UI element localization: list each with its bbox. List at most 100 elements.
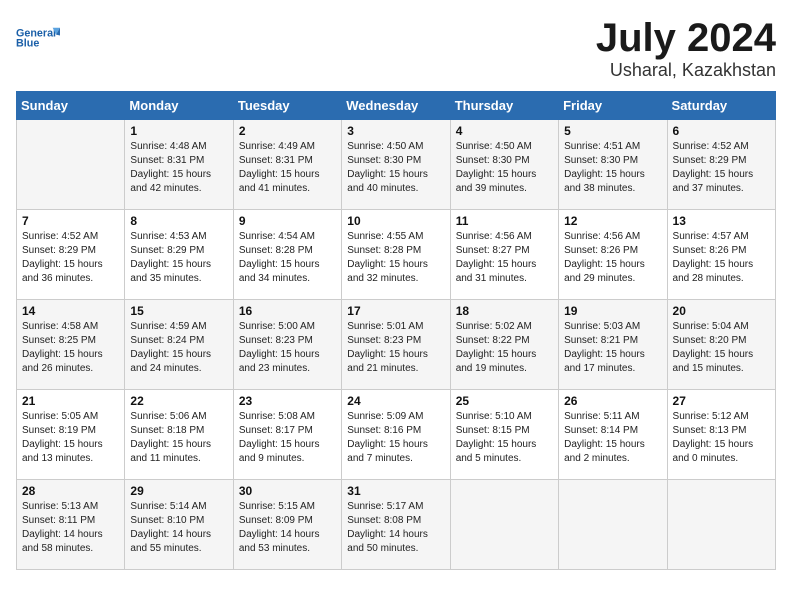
location-title: Usharal, Kazakhstan — [596, 60, 776, 81]
calendar-cell: 29Sunrise: 5:14 AMSunset: 8:10 PMDayligh… — [125, 480, 233, 570]
calendar-cell: 16 Sunrise: 5:00 AMSunset: 8:23 PMDayligh… — [233, 300, 341, 390]
calendar-cell: 18 Sunrise: 5:02 AMSunset: 8:22 PMDayligh… — [450, 300, 558, 390]
day-number: 10 — [347, 214, 444, 228]
day-number: 8 — [130, 214, 227, 228]
day-number: 5 — [564, 124, 661, 138]
calendar-table: SundayMondayTuesdayWednesdayThursdayFrid… — [16, 91, 776, 570]
calendar-cell: 25Sunrise: 5:10 AMSunset: 8:15 PMDayligh… — [450, 390, 558, 480]
calendar-cell: 5 Sunrise: 4:51 AMSunset: 8:30 PMDaylight… — [559, 120, 667, 210]
calendar-cell: 26 Sunrise: 5:11 AMSunset: 8:14 PMDayligh… — [559, 390, 667, 480]
calendar-cell: 15Sunrise: 4:59 AMSunset: 8:24 PMDayligh… — [125, 300, 233, 390]
day-number: 13 — [673, 214, 770, 228]
day-number: 30 — [239, 484, 336, 498]
day-number: 31 — [347, 484, 444, 498]
calendar-week-row: 14 Sunrise: 4:58 AMSunset: 8:25 PMDayligh… — [17, 300, 776, 390]
day-info: Sunrise: 5:13 AMSunset: 8:11 PMDaylight:… — [22, 500, 119, 556]
day-info: Sunrise: 4:57 AMSunset: 8:26 PMDaylight:… — [673, 230, 770, 286]
day-info: Sunrise: 5:05 AMSunset: 8:19 PMDaylight:… — [22, 410, 119, 466]
calendar-cell: 21 Sunrise: 5:05 AMSunset: 8:19 PMDayligh… — [17, 390, 125, 480]
day-number: 1 — [130, 124, 227, 138]
day-info: Sunrise: 4:52 AMSunset: 8:29 PMDaylight:… — [673, 140, 770, 196]
calendar-cell: 6 Sunrise: 4:52 AMSunset: 8:29 PMDaylight… — [667, 120, 775, 210]
day-number: 6 — [673, 124, 770, 138]
calendar-week-row: 7 Sunrise: 4:52 AMSunset: 8:29 PMDaylight… — [17, 210, 776, 300]
day-info: Sunrise: 4:58 AMSunset: 8:25 PMDaylight:… — [22, 320, 119, 376]
day-number: 22 — [130, 394, 227, 408]
day-info: Sunrise: 5:00 AMSunset: 8:23 PMDaylight:… — [239, 320, 336, 376]
day-number: 9 — [239, 214, 336, 228]
calendar-cell — [559, 480, 667, 570]
calendar-cell: 12 Sunrise: 4:56 AMSunset: 8:26 PMDayligh… — [559, 210, 667, 300]
logo: General Blue — [16, 16, 60, 60]
day-number: 12 — [564, 214, 661, 228]
day-info: Sunrise: 5:06 AMSunset: 8:18 PMDaylight:… — [130, 410, 227, 466]
calendar-cell — [667, 480, 775, 570]
title-block: July 2024 Usharal, Kazakhstan — [596, 16, 776, 81]
calendar-cell: 4 Sunrise: 4:50 AMSunset: 8:30 PMDaylight… — [450, 120, 558, 210]
calendar-cell — [17, 120, 125, 210]
day-number: 28 — [22, 484, 119, 498]
day-number: 14 — [22, 304, 119, 318]
day-info: Sunrise: 4:56 AMSunset: 8:26 PMDaylight:… — [564, 230, 661, 286]
day-number: 27 — [673, 394, 770, 408]
calendar-cell — [450, 480, 558, 570]
calendar-week-row: 21 Sunrise: 5:05 AMSunset: 8:19 PMDayligh… — [17, 390, 776, 480]
day-number: 15 — [130, 304, 227, 318]
col-header-tuesday: Tuesday — [233, 92, 341, 120]
day-info: Sunrise: 5:15 AMSunset: 8:09 PMDaylight:… — [239, 500, 336, 556]
calendar-cell: 13 Sunrise: 4:57 AMSunset: 8:26 PMDayligh… — [667, 210, 775, 300]
calendar-cell: 3 Sunrise: 4:50 AMSunset: 8:30 PMDaylight… — [342, 120, 450, 210]
day-info: Sunrise: 4:49 AMSunset: 8:31 PMDaylight:… — [239, 140, 336, 196]
day-number: 3 — [347, 124, 444, 138]
day-info: Sunrise: 5:11 AMSunset: 8:14 PMDaylight:… — [564, 410, 661, 466]
day-number: 7 — [22, 214, 119, 228]
day-info: Sunrise: 5:03 AMSunset: 8:21 PMDaylight:… — [564, 320, 661, 376]
calendar-cell: 8 Sunrise: 4:53 AMSunset: 8:29 PMDaylight… — [125, 210, 233, 300]
day-number: 18 — [456, 304, 553, 318]
calendar-cell: 17Sunrise: 5:01 AMSunset: 8:23 PMDayligh… — [342, 300, 450, 390]
day-info: Sunrise: 5:09 AMSunset: 8:16 PMDaylight:… — [347, 410, 444, 466]
calendar-week-row: 28 Sunrise: 5:13 AMSunset: 8:11 PMDayligh… — [17, 480, 776, 570]
col-header-saturday: Saturday — [667, 92, 775, 120]
calendar-week-row: 1 Sunrise: 4:48 AMSunset: 8:31 PMDaylight… — [17, 120, 776, 210]
day-info: Sunrise: 4:48 AMSunset: 8:31 PMDaylight:… — [130, 140, 227, 196]
calendar-cell: 23Sunrise: 5:08 AMSunset: 8:17 PMDayligh… — [233, 390, 341, 480]
svg-text:Blue: Blue — [16, 37, 39, 49]
day-info: Sunrise: 5:02 AMSunset: 8:22 PMDaylight:… — [456, 320, 553, 376]
day-info: Sunrise: 4:54 AMSunset: 8:28 PMDaylight:… — [239, 230, 336, 286]
day-number: 23 — [239, 394, 336, 408]
day-number: 20 — [673, 304, 770, 318]
day-info: Sunrise: 4:50 AMSunset: 8:30 PMDaylight:… — [347, 140, 444, 196]
calendar-cell: 28 Sunrise: 5:13 AMSunset: 8:11 PMDayligh… — [17, 480, 125, 570]
day-number: 29 — [130, 484, 227, 498]
day-info: Sunrise: 4:53 AMSunset: 8:29 PMDaylight:… — [130, 230, 227, 286]
day-info: Sunrise: 5:01 AMSunset: 8:23 PMDaylight:… — [347, 320, 444, 376]
day-number: 16 — [239, 304, 336, 318]
col-header-thursday: Thursday — [450, 92, 558, 120]
day-info: Sunrise: 4:50 AMSunset: 8:30 PMDaylight:… — [456, 140, 553, 196]
day-number: 11 — [456, 214, 553, 228]
calendar-cell: 27Sunrise: 5:12 AMSunset: 8:13 PMDayligh… — [667, 390, 775, 480]
calendar-cell: 30 Sunrise: 5:15 AMSunset: 8:09 PMDayligh… — [233, 480, 341, 570]
calendar-cell: 24Sunrise: 5:09 AMSunset: 8:16 PMDayligh… — [342, 390, 450, 480]
day-info: Sunrise: 5:04 AMSunset: 8:20 PMDaylight:… — [673, 320, 770, 376]
day-number: 21 — [22, 394, 119, 408]
day-number: 4 — [456, 124, 553, 138]
logo-svg: General Blue — [16, 16, 60, 60]
day-number: 26 — [564, 394, 661, 408]
day-info: Sunrise: 4:52 AMSunset: 8:29 PMDaylight:… — [22, 230, 119, 286]
col-header-monday: Monday — [125, 92, 233, 120]
day-info: Sunrise: 4:51 AMSunset: 8:30 PMDaylight:… — [564, 140, 661, 196]
calendar-cell: 22 Sunrise: 5:06 AMSunset: 8:18 PMDayligh… — [125, 390, 233, 480]
calendar-cell: 10Sunrise: 4:55 AMSunset: 8:28 PMDayligh… — [342, 210, 450, 300]
calendar-cell: 14 Sunrise: 4:58 AMSunset: 8:25 PMDayligh… — [17, 300, 125, 390]
day-number: 2 — [239, 124, 336, 138]
day-info: Sunrise: 5:17 AMSunset: 8:08 PMDaylight:… — [347, 500, 444, 556]
calendar-header-row: SundayMondayTuesdayWednesdayThursdayFrid… — [17, 92, 776, 120]
calendar-cell: 31 Sunrise: 5:17 AMSunset: 8:08 PMDayligh… — [342, 480, 450, 570]
day-number: 25 — [456, 394, 553, 408]
calendar-cell: 7 Sunrise: 4:52 AMSunset: 8:29 PMDaylight… — [17, 210, 125, 300]
day-number: 19 — [564, 304, 661, 318]
col-header-sunday: Sunday — [17, 92, 125, 120]
calendar-cell: 20 Sunrise: 5:04 AMSunset: 8:20 PMDayligh… — [667, 300, 775, 390]
